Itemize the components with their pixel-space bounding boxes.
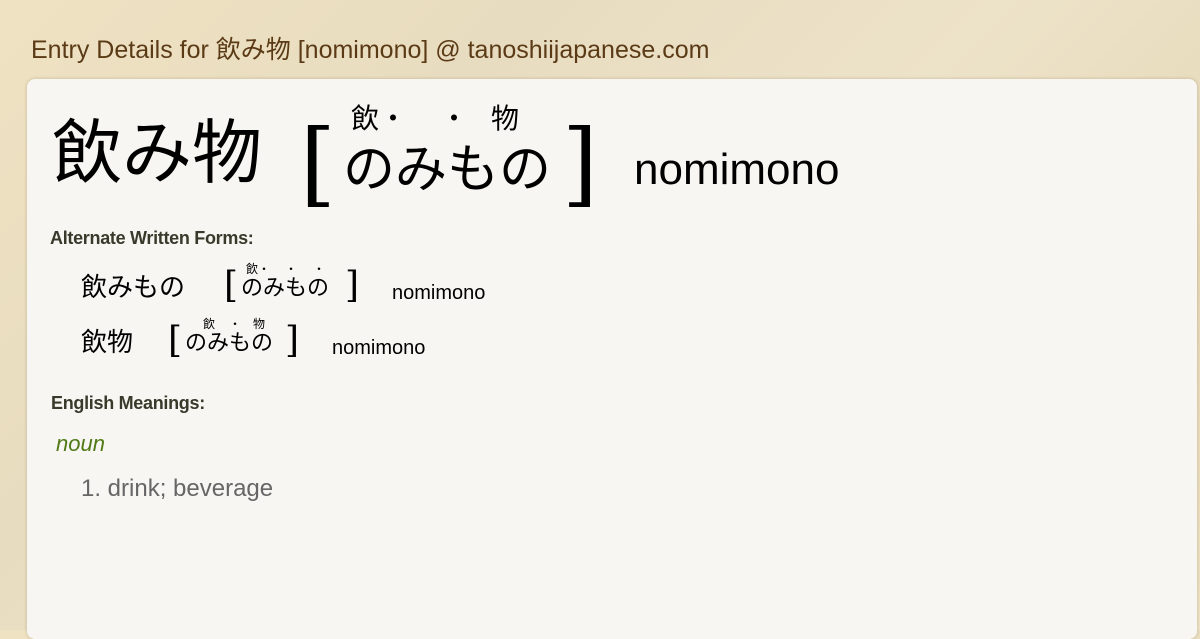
alt-form-1-furigana-1: 飲・ <box>246 262 271 276</box>
alt-form-1-bracket-close: ] <box>345 265 360 306</box>
entry-bracket-open: [ <box>300 110 336 217</box>
alt-form-2-kana: のみもの <box>185 331 274 356</box>
entry-furigana-2: ・ <box>440 102 469 135</box>
entry-furigana-3: 物 <box>491 102 520 135</box>
alt-form-2-furigana-1: 飲 <box>203 317 216 331</box>
entry-kanji: 飲み物 <box>52 112 262 194</box>
alt-form-2-bracket-open: [ <box>168 320 183 361</box>
alt-form-1-kanji: 飲みもの <box>81 273 186 303</box>
alt-form-2-kanji: 飲物 <box>81 328 134 358</box>
meaning-item-1: 1. drink; beverage <box>81 475 274 502</box>
alternate-forms-label: Alternate Written Forms: <box>50 228 254 248</box>
alt-form-1-furigana-2: ・ <box>285 262 298 276</box>
alt-form-2-furigana-3: 物 <box>253 317 266 331</box>
alt-form-1-bracket-open: [ <box>224 265 239 306</box>
entry-bracket-close: ] <box>562 110 598 217</box>
alt-form-2-bracket-close: ] <box>285 320 300 361</box>
english-meanings-label: English Meanings: <box>51 393 205 413</box>
alt-form-1-furigana-3: ・ <box>313 262 326 276</box>
entry-furigana-1: 飲・ <box>351 102 408 135</box>
alt-form-1-kana: のみもの <box>241 276 330 301</box>
entry-kana: のみもの <box>343 140 552 200</box>
alt-form-2-furigana-2: ・ <box>229 317 242 331</box>
page-title: Entry Details for 飲み物 [nomimono] @ tanos… <box>31 36 710 64</box>
alt-form-2-romaji: nomimono <box>332 337 426 359</box>
alt-form-1-romaji: nomimono <box>392 282 486 304</box>
part-of-speech: noun <box>56 431 105 456</box>
entry-romaji: nomimono <box>634 145 840 194</box>
